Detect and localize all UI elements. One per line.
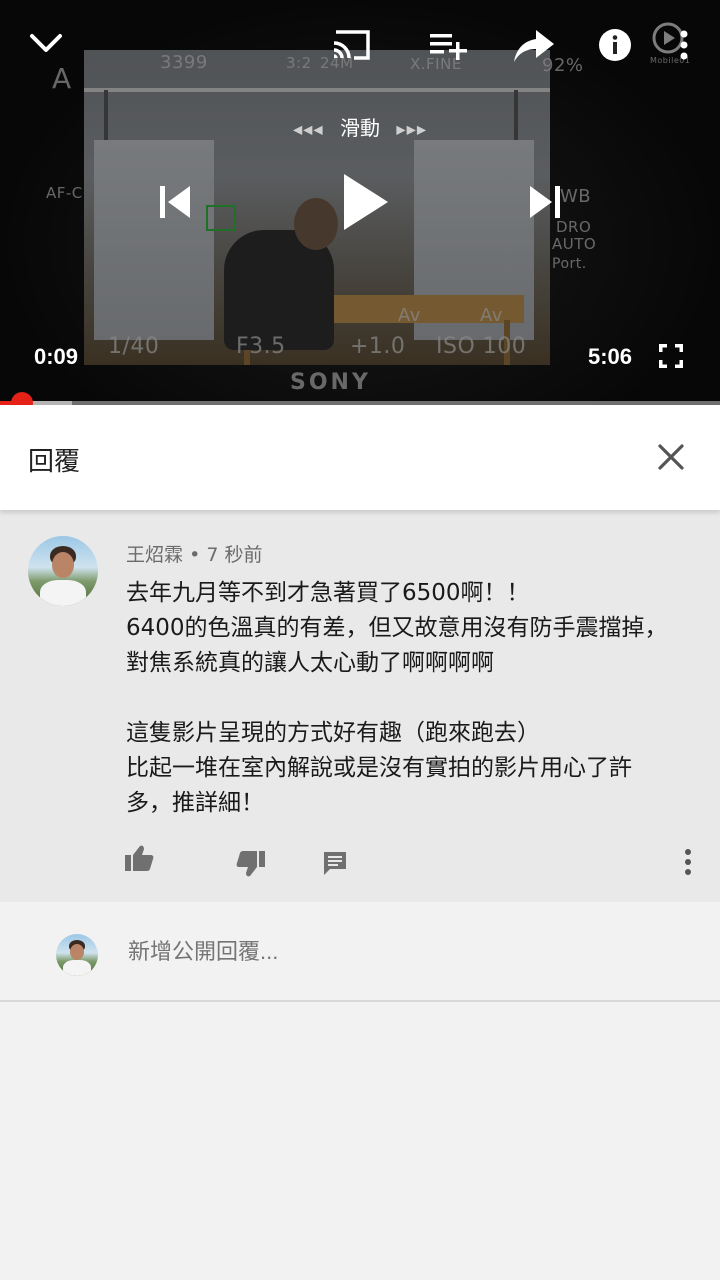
comment-line: 對焦系統真的讓人太心動了啊啊啊啊 [126, 650, 494, 676]
more-vert-icon[interactable] [679, 30, 689, 60]
add-reply-input[interactable] [126, 938, 646, 966]
fullscreen-icon[interactable] [658, 343, 684, 369]
comment-line: 這隻影片呈現的方式好有趣（跑來跑去） [126, 720, 540, 746]
current-user-avatar [56, 934, 98, 976]
comment: 王炤霖 • 7 秒前 去年九月等不到才急著買了6500啊！！ 6400的色溫真的… [0, 510, 720, 902]
collapse-chevron-icon[interactable] [28, 28, 64, 58]
thumb-down-icon[interactable] [236, 850, 266, 882]
reply-icon[interactable] [322, 850, 348, 880]
meta-separator: • [189, 544, 201, 566]
comment-line: 比起一堆在室內解說或是沒有實拍的影片用心了許 [126, 755, 632, 781]
comment-author[interactable]: 王炤霖 [126, 544, 183, 566]
add-to-playlist-icon[interactable] [430, 32, 468, 60]
previous-icon[interactable] [158, 184, 192, 220]
add-reply-bar[interactable] [0, 902, 720, 1002]
seek-hint-label: 滑動 [340, 116, 380, 140]
comment-more-icon[interactable] [683, 848, 693, 880]
reply-panel-title: 回覆 [28, 447, 81, 477]
close-icon[interactable] [650, 436, 692, 478]
comment-text: 去年九月等不到才急著買了6500啊！！ 6400的色溫真的有差，但又故意用沒有防… [126, 576, 706, 821]
seek-back-arrows: ◀◀◀ [292, 122, 324, 137]
info-icon[interactable] [598, 28, 632, 62]
share-icon[interactable] [512, 26, 556, 66]
comment-meta: 王炤霖 • 7 秒前 [126, 540, 262, 567]
comment-line: 去年九月等不到才急著買了6500啊！！ [126, 580, 530, 606]
current-time: 0:09 [34, 344, 79, 369]
comment-line: 多，推詳細！ [126, 790, 264, 816]
comment-line: 6400的色溫真的有差，但又故意用沒有防手震擋掉， [126, 615, 668, 641]
reply-panel-header: 回覆 [0, 405, 720, 510]
thumb-up-icon[interactable] [124, 844, 154, 876]
seek-hint: ◀◀◀ 滑動 ▶▶▶ [280, 112, 440, 140]
comment-line [126, 681, 706, 716]
seek-forward-arrows: ▶▶▶ [396, 122, 428, 137]
duration: 5:06 [588, 344, 633, 369]
play-icon[interactable] [340, 172, 390, 232]
cast-icon[interactable] [330, 28, 372, 62]
next-icon[interactable] [528, 184, 562, 220]
video-player[interactable]: 3399 3:2 24M X.FINE 92% A AF-C WB DRO AU… [0, 0, 720, 403]
comment-time: 7 秒前 [206, 544, 263, 566]
avatar[interactable] [28, 536, 98, 606]
